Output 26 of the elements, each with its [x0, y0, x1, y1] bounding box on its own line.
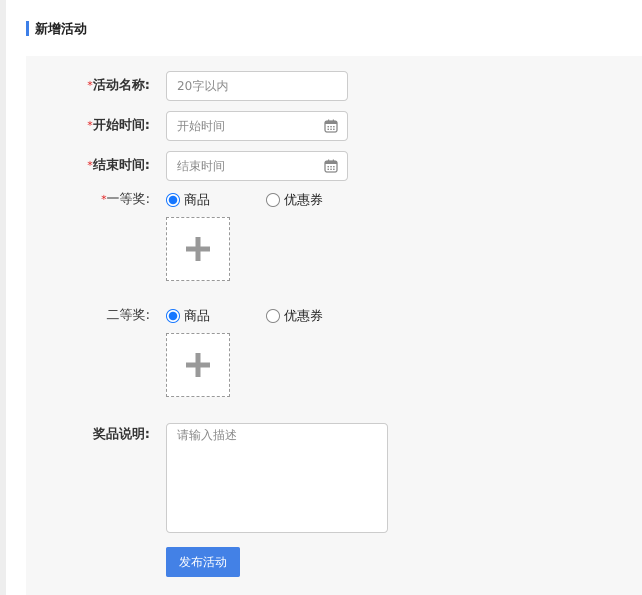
field-label: 奖品说明: — [92, 427, 150, 442]
radio-option[interactable]: 优惠券 — [266, 191, 366, 209]
input-field[interactable]: 20字以内 — [166, 71, 348, 101]
upload-box[interactable] — [166, 333, 230, 397]
plus-icon — [186, 353, 210, 377]
radio-option[interactable]: 商品 — [166, 191, 266, 209]
plus-icon — [186, 237, 210, 261]
required-mark: * — [87, 119, 93, 132]
description-field[interactable]: 请输入描述 — [166, 423, 388, 533]
date-field[interactable]: 结束时间 — [166, 151, 348, 181]
required-mark: * — [87, 159, 93, 172]
radio-option[interactable]: 优惠券 — [266, 307, 366, 325]
radio-option[interactable]: 商品 — [166, 307, 266, 325]
field-label: 一等奖: — [106, 192, 150, 207]
section-title: 新增活动 — [35, 20, 87, 38]
date-field[interactable]: 开始时间 — [166, 111, 348, 141]
field-label: 开始时间: — [92, 118, 150, 133]
required-mark: * — [87, 79, 93, 92]
calendar-icon[interactable] — [324, 159, 338, 173]
publish-button[interactable]: 发布活动 — [166, 547, 240, 577]
required-mark: * — [101, 193, 107, 206]
field-label: 二等奖: — [106, 308, 150, 323]
field-label: 结束时间: — [92, 158, 150, 173]
upload-box[interactable] — [166, 217, 230, 281]
field-label: 活动名称: — [92, 78, 150, 93]
calendar-icon[interactable] — [324, 119, 338, 133]
